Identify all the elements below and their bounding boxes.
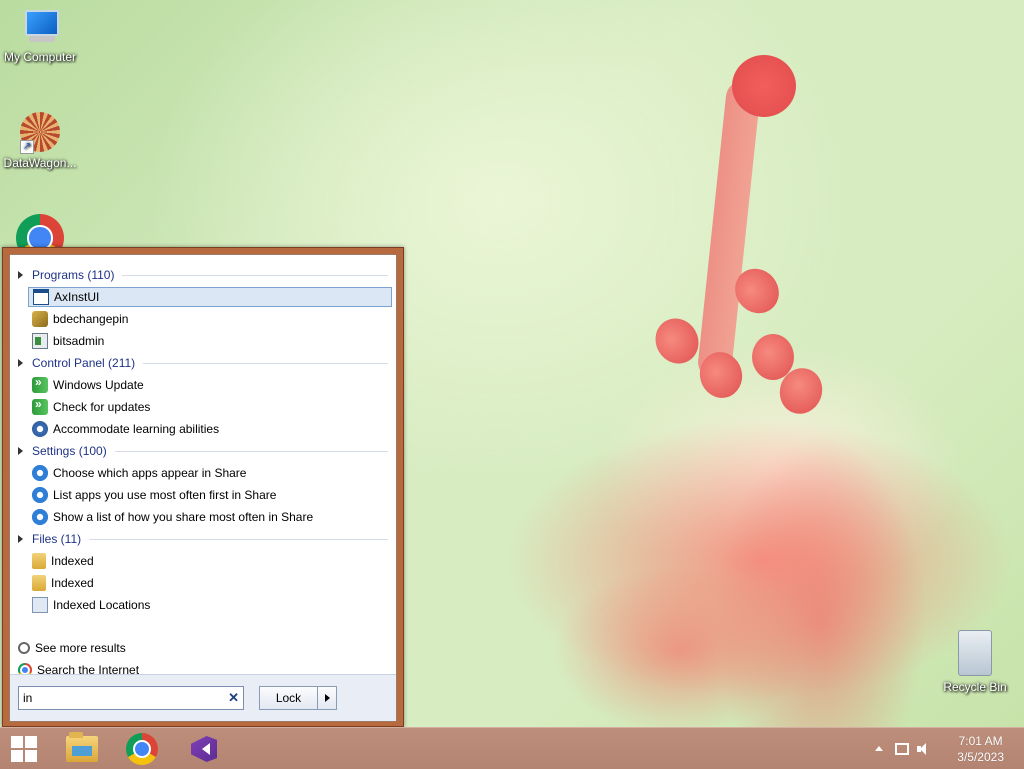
group-header-settings[interactable]: Settings (100) [18, 441, 388, 461]
desktop-icon-recycle-bin[interactable]: Recycle Bin [935, 630, 1015, 694]
indexing-options-icon [32, 597, 48, 613]
search-input[interactable] [23, 691, 229, 705]
desktop-icon-label: My Computer [3, 50, 77, 64]
result-item-indexed-2[interactable]: Indexed [28, 573, 392, 593]
folder-icon [32, 553, 46, 569]
system-tray: 7:01 AM 3/5/2023 [875, 728, 1024, 769]
windows-update-icon [32, 375, 48, 393]
group-header-files[interactable]: Files (11) [18, 529, 388, 549]
result-item-share-apps[interactable]: Choose which apps appear in Share [28, 463, 392, 483]
desktop-icon-my-computer[interactable]: My Computer [0, 8, 80, 64]
taskbar-visual-studio[interactable] [180, 729, 228, 769]
result-item-bitsadmin[interactable]: bitsadmin [28, 331, 392, 351]
computer-icon [19, 8, 61, 46]
gear-icon [32, 487, 48, 503]
network-icon[interactable] [895, 742, 910, 755]
console-icon [32, 333, 48, 349]
result-item-windows-update[interactable]: Windows Update [28, 375, 392, 395]
wallpaper-flower-stigma [732, 55, 796, 117]
result-item-share-most-often[interactable]: List apps you use most often first in Sh… [28, 485, 392, 505]
gear-icon [32, 509, 48, 525]
group-header-control-panel[interactable]: Control Panel (211) [18, 353, 388, 373]
result-item-check-for-updates[interactable]: Check for updates [28, 397, 392, 417]
see-more-results-link[interactable]: See more results [18, 638, 126, 658]
search-box[interactable]: ✕ [18, 686, 244, 710]
keys-icon [32, 311, 48, 327]
taskbar: 7:01 AM 3/5/2023 [0, 727, 1024, 769]
expand-triangle-icon [18, 359, 23, 367]
result-item-share-list[interactable]: Show a list of how you share most often … [28, 507, 392, 527]
result-item-axinstui[interactable]: AxInstUI [28, 287, 392, 307]
visual-studio-icon [189, 734, 219, 764]
gear-icon [32, 465, 48, 481]
volume-icon[interactable] [917, 742, 931, 755]
window-app-icon [33, 289, 49, 305]
desktop-icon-label: DataWagon... [3, 156, 77, 170]
expand-triangle-icon [18, 271, 23, 279]
expand-triangle-icon [18, 447, 23, 455]
windows-logo-icon [11, 736, 37, 762]
result-item-indexed-1[interactable]: Indexed [28, 551, 392, 571]
result-item-accommodate-learning[interactable]: Accommodate learning abilities [28, 419, 392, 439]
ease-of-access-icon [32, 421, 48, 437]
lock-options-arrow-icon[interactable] [318, 687, 336, 709]
clock-date: 3/5/2023 [957, 749, 1004, 764]
shortcut-arrow-icon: ↗ [20, 140, 34, 154]
result-item-indexed-locations[interactable]: Indexed Locations [28, 595, 392, 615]
result-item-bdechangepin[interactable]: bdechangepin [28, 309, 392, 329]
desktop-icon-label: Recycle Bin [943, 680, 1007, 694]
datawagon-icon: ↗ [20, 112, 60, 154]
clock[interactable]: 7:01 AM 3/5/2023 [957, 733, 1004, 765]
chrome-icon [126, 733, 158, 765]
lock-button[interactable]: Lock [259, 686, 337, 710]
taskbar-file-explorer[interactable] [58, 729, 106, 769]
group-header-programs[interactable]: Programs (110) [18, 265, 388, 285]
wallpaper-flower-stem [696, 79, 762, 381]
start-menu: Programs (110) AxInstUI bdechangepin bit… [2, 247, 404, 727]
start-menu-panel: Programs (110) AxInstUI bdechangepin bit… [9, 254, 397, 722]
magnifier-icon [18, 642, 30, 654]
folder-icon [32, 575, 46, 591]
taskbar-chrome[interactable] [118, 729, 166, 769]
windows-update-icon [32, 397, 48, 415]
expand-triangle-icon [18, 535, 23, 543]
clock-time: 7:01 AM [958, 733, 1003, 748]
show-hidden-icons-icon[interactable] [875, 746, 884, 751]
clear-search-icon[interactable]: ✕ [228, 690, 239, 706]
search-area: ✕ Lock [10, 674, 396, 721]
file-explorer-icon [66, 732, 98, 762]
desktop-icon-datawagon[interactable]: ↗ DataWagon... [0, 112, 80, 170]
start-button[interactable] [0, 729, 48, 769]
recycle-bin-icon [958, 630, 992, 676]
